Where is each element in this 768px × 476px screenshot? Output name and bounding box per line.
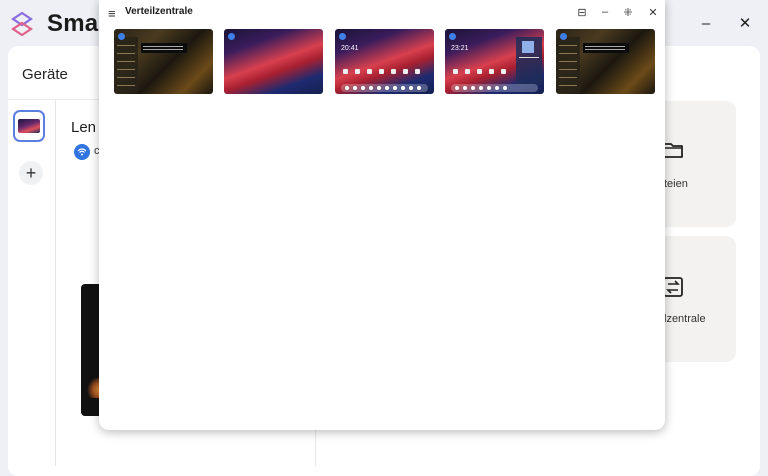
device-wallpaper-thumbnail: [18, 119, 40, 133]
shared-wallpaper-thumbnail[interactable]: [224, 29, 323, 94]
files-card-label: teien: [664, 178, 688, 190]
app-logo-icon: [11, 12, 33, 36]
notification-panel: [556, 37, 580, 93]
shared-homescreen-thumbnail[interactable]: 23:21: [445, 29, 544, 94]
distribution-card-label: lzentrale: [664, 313, 706, 325]
thumbnail-clock: 20:41: [341, 45, 359, 52]
window-close-button[interactable]: ✕: [643, 3, 663, 21]
devices-heading: Geräte: [22, 66, 68, 83]
select-indicator-icon: [560, 33, 567, 40]
window-title: Verteilzentrale: [125, 6, 193, 17]
select-indicator-icon: [118, 33, 125, 40]
app-minimize-button[interactable]: –: [692, 10, 720, 36]
dock-bar: [341, 84, 428, 92]
device-name: Len: [71, 119, 97, 136]
app-close-button[interactable]: ✕: [731, 10, 759, 36]
thumbnail-clock: 23:21: [451, 45, 469, 52]
shared-screenshot-thumbnail[interactable]: [556, 29, 655, 94]
add-device-button[interactable]: +: [19, 161, 43, 185]
dock-bar: [451, 84, 538, 92]
select-indicator-icon: [449, 33, 456, 40]
pin-window-icon[interactable]: ⊟: [572, 3, 592, 21]
notification-toast: [583, 43, 629, 53]
notification-toast: [141, 43, 187, 53]
distribution-center-window: ≡ Verteilzentrale ⊟ – ⁜ ✕ 20:41 23:21: [99, 0, 665, 430]
hamburger-menu-icon[interactable]: ≡: [108, 6, 116, 21]
compact-view-icon[interactable]: ⁜: [618, 3, 638, 21]
transfer-icon: [663, 277, 683, 297]
shared-items-row: 20:41 23:21: [114, 29, 659, 95]
wifi-icon: [74, 144, 90, 160]
sidebar-divider: [55, 100, 56, 466]
window-minimize-button[interactable]: –: [595, 3, 615, 21]
shared-homescreen-thumbnail[interactable]: 20:41: [335, 29, 434, 94]
folder-icon: [663, 143, 683, 158]
select-indicator-icon: [339, 33, 346, 40]
notification-panel: [114, 37, 138, 93]
select-indicator-icon: [228, 33, 235, 40]
shared-screenshot-thumbnail[interactable]: [114, 29, 213, 94]
side-panel: [516, 37, 542, 85]
sidebar-device-selected[interactable]: [13, 110, 45, 142]
